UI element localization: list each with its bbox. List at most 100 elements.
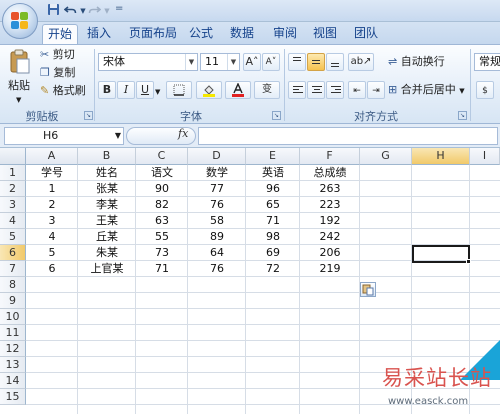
- cell-f3[interactable]: 223: [300, 197, 360, 213]
- row-header-15[interactable]: 15: [0, 389, 26, 405]
- alignment-launcher-icon[interactable]: ↘: [458, 111, 467, 120]
- row-header-1[interactable]: 1: [0, 165, 26, 181]
- cell-e3[interactable]: 65: [246, 197, 300, 213]
- cell-e6[interactable]: 69: [246, 245, 300, 261]
- orientation-button[interactable]: ab↗: [348, 53, 374, 71]
- font-color-button[interactable]: [225, 81, 251, 99]
- column-header-g[interactable]: G: [360, 148, 412, 165]
- insert-function-icon[interactable]: fx: [178, 127, 188, 140]
- number-format-select[interactable]: 常规: [474, 53, 500, 71]
- tab-home[interactable]: 开始: [42, 24, 78, 44]
- redo-dropdown-icon[interactable]: ▼: [99, 3, 115, 19]
- bold-button[interactable]: B: [98, 81, 116, 99]
- cell-c1[interactable]: 语文: [136, 165, 188, 181]
- cell-b6[interactable]: 朱某: [78, 245, 136, 261]
- font-name-dropdown-icon[interactable]: ▼: [185, 54, 197, 70]
- tab-team[interactable]: 团队: [351, 24, 381, 44]
- decrease-indent-button[interactable]: ⇤: [348, 81, 366, 99]
- format-painter-button[interactable]: ✎ 格式刷: [40, 84, 86, 98]
- paste-options-icon[interactable]: [360, 282, 376, 297]
- cell-a2[interactable]: 1: [26, 181, 78, 197]
- column-header-b[interactable]: B: [78, 148, 136, 165]
- row-header-2[interactable]: 2: [0, 181, 26, 197]
- phonetic-button[interactable]: 变: [254, 81, 280, 99]
- cell-e2[interactable]: 96: [246, 181, 300, 197]
- row-header-10[interactable]: 10: [0, 309, 26, 325]
- row-header-11[interactable]: 11: [0, 325, 26, 341]
- paste-button[interactable]: 粘贴 ▼: [6, 49, 34, 105]
- cell-c4[interactable]: 63: [136, 213, 188, 229]
- cell-a1[interactable]: 学号: [26, 165, 78, 181]
- tab-data[interactable]: 数据: [227, 24, 257, 44]
- tab-formulas[interactable]: 公式: [186, 24, 216, 44]
- fill-handle[interactable]: [466, 259, 471, 264]
- cell-e7[interactable]: 72: [246, 261, 300, 277]
- tab-insert[interactable]: 插入: [84, 24, 114, 44]
- cell-d6[interactable]: 64: [188, 245, 246, 261]
- cell-d2[interactable]: 77: [188, 181, 246, 197]
- cell-a6[interactable]: 5: [26, 245, 78, 261]
- column-header-f[interactable]: F: [300, 148, 360, 165]
- column-header-c[interactable]: C: [136, 148, 188, 165]
- column-header-d[interactable]: D: [188, 148, 246, 165]
- cell-c7[interactable]: 71: [136, 261, 188, 277]
- italic-button[interactable]: I: [117, 81, 135, 99]
- cell-a5[interactable]: 4: [26, 229, 78, 245]
- tab-page-layout[interactable]: 页面布局: [126, 24, 180, 44]
- align-left-button[interactable]: [288, 81, 306, 99]
- row-header-7[interactable]: 7: [0, 261, 26, 277]
- cell-e1[interactable]: 英语: [246, 165, 300, 181]
- active-cell-h6[interactable]: [412, 245, 470, 263]
- font-size-select[interactable]: 11 ▼: [200, 53, 240, 71]
- cell-c3[interactable]: 82: [136, 197, 188, 213]
- customize-quick-access-icon[interactable]: =: [115, 3, 123, 14]
- cell-a7[interactable]: 6: [26, 261, 78, 277]
- clipboard-launcher-icon[interactable]: ↘: [84, 111, 93, 120]
- save-icon[interactable]: [45, 3, 61, 19]
- cell-e5[interactable]: 98: [246, 229, 300, 245]
- column-header-a[interactable]: A: [26, 148, 78, 165]
- column-header-e[interactable]: E: [246, 148, 300, 165]
- column-header-i[interactable]: I: [470, 148, 500, 165]
- align-right-button[interactable]: [326, 81, 344, 99]
- row-header-5[interactable]: 5: [0, 229, 26, 245]
- cell-b3[interactable]: 李某: [78, 197, 136, 213]
- cell-b4[interactable]: 王某: [78, 213, 136, 229]
- align-middle-button[interactable]: [307, 53, 325, 71]
- cell-b1[interactable]: 姓名: [78, 165, 136, 181]
- cut-button[interactable]: ✂ 剪切: [40, 48, 75, 62]
- cell-b5[interactable]: 丘某: [78, 229, 136, 245]
- copy-button[interactable]: ❐ 复制: [40, 66, 75, 80]
- row-header-3[interactable]: 3: [0, 197, 26, 213]
- paste-dropdown-icon[interactable]: ▼: [16, 93, 21, 107]
- font-launcher-icon[interactable]: ↘: [272, 111, 281, 120]
- row-header-13[interactable]: 13: [0, 357, 26, 373]
- cell-b7[interactable]: 上官某: [78, 261, 136, 277]
- merge-center-button[interactable]: ⊞ 合并后居中 ▼: [388, 83, 465, 98]
- cell-b2[interactable]: 张某: [78, 181, 136, 197]
- cell-d5[interactable]: 89: [188, 229, 246, 245]
- underline-dropdown-icon[interactable]: ▼: [155, 85, 160, 99]
- merge-dropdown-icon[interactable]: ▼: [459, 87, 464, 95]
- cell-d4[interactable]: 58: [188, 213, 246, 229]
- office-button[interactable]: [2, 3, 38, 39]
- row-header-9[interactable]: 9: [0, 293, 26, 309]
- cell-f7[interactable]: 219: [300, 261, 360, 277]
- borders-button[interactable]: [166, 81, 192, 99]
- tab-view[interactable]: 视图: [310, 24, 340, 44]
- cell-f5[interactable]: 242: [300, 229, 360, 245]
- select-all-corner[interactable]: [0, 148, 26, 165]
- cell-c2[interactable]: 90: [136, 181, 188, 197]
- row-header-14[interactable]: 14: [0, 373, 26, 389]
- cell-a4[interactable]: 3: [26, 213, 78, 229]
- align-top-button[interactable]: [288, 53, 306, 71]
- align-center-button[interactable]: [307, 81, 325, 99]
- cell-d3[interactable]: 76: [188, 197, 246, 213]
- underline-button[interactable]: U: [136, 81, 154, 99]
- tab-review[interactable]: 审阅: [270, 24, 300, 44]
- cell-f6[interactable]: 206: [300, 245, 360, 261]
- cell-a3[interactable]: 2: [26, 197, 78, 213]
- column-header-h[interactable]: H: [412, 148, 470, 165]
- row-header-8[interactable]: 8: [0, 277, 26, 293]
- fill-color-button[interactable]: [196, 81, 222, 99]
